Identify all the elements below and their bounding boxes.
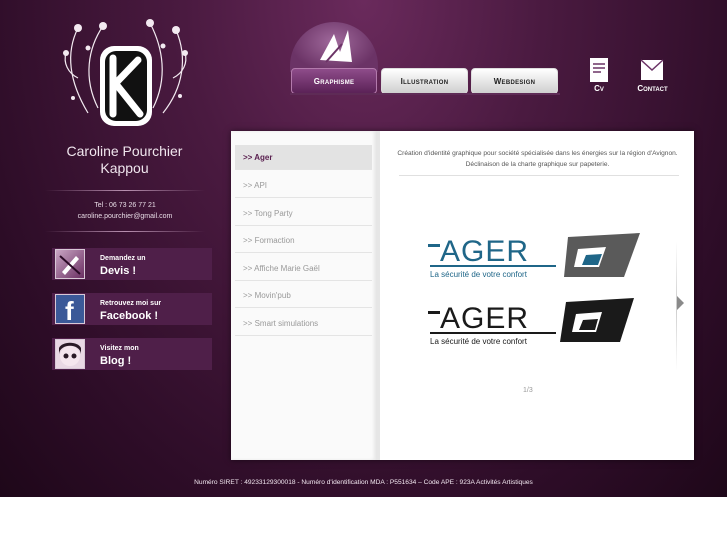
menu-item-ager[interactable]: >> Ager xyxy=(235,145,372,170)
envelope-icon xyxy=(639,59,664,80)
page-background: Caroline Pourchier Kappou Tel : 06 73 26… xyxy=(0,0,727,497)
ager-logo-tagline: La sécurité de votre confort xyxy=(430,270,528,279)
profile-name-line2: Kappou xyxy=(100,160,149,176)
menu-item-smart-simulations[interactable]: >> Smart simulations xyxy=(235,311,372,336)
description-divider xyxy=(399,175,679,176)
next-arrow-icon[interactable] xyxy=(677,296,684,310)
menu-item-movinpub[interactable]: >> Movin'pub xyxy=(235,283,372,308)
tab-webdesign[interactable]: Webdesign xyxy=(471,68,558,94)
facebook-big: Facebook ! xyxy=(100,310,159,322)
divider xyxy=(45,190,205,191)
pencil-icon xyxy=(55,249,85,279)
menu-item-tong-party[interactable]: >> Tong Party xyxy=(235,201,372,226)
description-line1: Création d'identité graphique pour socié… xyxy=(397,150,678,157)
graphisme-emblem xyxy=(290,22,378,72)
contact-link[interactable]: Contact xyxy=(630,56,675,93)
devis-promo[interactable]: Demandez un Devis ! xyxy=(52,248,212,280)
footer-legal: Numéro SIRET : 49233129300018 - Numéro d… xyxy=(194,479,533,486)
contact-info: Tel : 06 73 26 77 21 caroline.pourchier@… xyxy=(45,200,205,222)
divider xyxy=(45,231,205,232)
contact-label: Contact xyxy=(637,84,668,93)
ager-logo-word: AGER xyxy=(440,302,529,335)
kappou-logo[interactable] xyxy=(58,18,193,136)
devis-small: Demandez un xyxy=(100,255,146,262)
project-menu: >> Ager >> API >> Tong Party >> Formacti… xyxy=(231,131,380,460)
phone-text: Tel : 06 73 26 77 21 xyxy=(94,202,156,209)
ager-logo-word: AGER xyxy=(440,235,529,268)
ager-logo-tagline: La sécurité de votre confort xyxy=(430,337,528,346)
document-icon xyxy=(590,58,608,82)
project-description: Création d'identité graphique pour socié… xyxy=(381,148,694,170)
blog-avatar-icon xyxy=(55,339,85,369)
facebook-small: Retrouvez moi sur xyxy=(100,300,162,307)
devis-big: Devis ! xyxy=(100,265,137,277)
ager-logo-color: AGER La sécurité de votre confort xyxy=(428,233,640,279)
svg-text:f: f xyxy=(65,296,74,323)
profile-name: Caroline Pourchier Kappou xyxy=(52,143,197,177)
cv-label: Cv xyxy=(594,84,604,93)
blog-big: Blog ! xyxy=(100,355,132,367)
blog-promo[interactable]: Visitez mon Blog ! xyxy=(52,338,212,370)
email-link[interactable]: caroline.pourchier@gmail.com xyxy=(45,211,205,222)
tab-illustration[interactable]: Illustration xyxy=(381,68,468,94)
slide-pager: 1/3 xyxy=(523,387,533,394)
ager-logo-black: AGER La sécurité de votre confort xyxy=(428,298,634,346)
blog-small: Visitez mon xyxy=(100,345,139,352)
facebook-icon: f xyxy=(55,294,85,324)
portfolio-panel: >> Ager >> API >> Tong Party >> Formacti… xyxy=(231,131,694,460)
tab-graphisme[interactable]: Graphisme xyxy=(291,68,377,94)
description-line2: Déclinaison de la charte graphique sur p… xyxy=(465,161,610,168)
menu-item-api[interactable]: >> API xyxy=(235,173,372,198)
cv-link[interactable]: Cv xyxy=(584,56,614,93)
facebook-promo[interactable]: f Retrouvez moi sur Facebook ! xyxy=(52,293,212,325)
nav-underline xyxy=(290,93,560,95)
profile-name-line1: Caroline Pourchier xyxy=(66,143,183,159)
menu-item-formaction[interactable]: >> Formaction xyxy=(235,228,372,253)
menu-item-affiche-marie-gael[interactable]: >> Affiche Marie Gaël xyxy=(235,256,372,281)
